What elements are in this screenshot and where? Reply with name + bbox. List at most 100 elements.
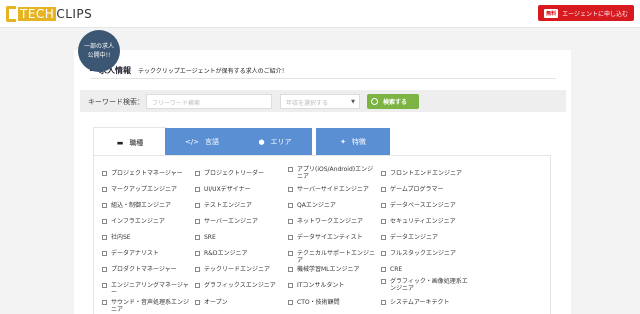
- job-type-label: サーバーエンジニア: [204, 218, 258, 225]
- checkbox[interactable]: [288, 267, 293, 272]
- job-search-panel: 求人情報 テッククリップエージェントが保有する求人のご紹介！ キーワード検索： …: [74, 50, 571, 314]
- job-type-option[interactable]: データサイエンティスト: [288, 234, 375, 241]
- job-type-option[interactable]: プロジェクトリーダー: [195, 170, 282, 177]
- job-type-option[interactable]: オープン: [195, 299, 282, 306]
- job-type-option[interactable]: ネットワークエンジニア: [288, 218, 375, 225]
- checkbox[interactable]: [102, 203, 107, 208]
- checkbox[interactable]: [381, 267, 386, 272]
- keyword-search-input[interactable]: フリーワード検索: [146, 94, 272, 109]
- job-type-option[interactable]: サウンド・音声処理系エンジニア: [102, 299, 189, 313]
- checkbox[interactable]: [288, 187, 293, 192]
- job-type-option[interactable]: エンジニアリングマネージャー: [102, 282, 189, 296]
- job-type-label: データアナリスト: [111, 250, 159, 257]
- job-type-option[interactable]: テクニカルサポートエンジニア: [288, 250, 375, 264]
- job-type-option[interactable]: インフラエンジニア: [102, 218, 189, 225]
- techclips-logo[interactable]: TECH CLIPS: [6, 5, 92, 23]
- job-type-option[interactable]: フロントエンドエンジニア: [381, 170, 468, 177]
- job-type-option[interactable]: 組込・制御エンジニア: [102, 202, 189, 209]
- job-type-option[interactable]: UI/UXデザイナー: [195, 186, 282, 193]
- checkbox[interactable]: [381, 203, 386, 208]
- job-type-label: SRE: [204, 234, 216, 241]
- checkbox[interactable]: [381, 300, 386, 305]
- job-type-option[interactable]: データエンジニア: [381, 234, 468, 241]
- checkbox[interactable]: [381, 251, 386, 256]
- job-type-label: ネットワークエンジニア: [297, 218, 364, 225]
- job-type-option[interactable]: グラフィック・画像処理系エンジニア: [381, 278, 468, 292]
- checkbox[interactable]: [102, 283, 107, 288]
- annual-income-select[interactable]: 年収を選択する ▼: [280, 94, 360, 109]
- checkbox[interactable]: [381, 219, 386, 224]
- checkbox[interactable]: [288, 283, 293, 288]
- job-type-option[interactable]: CRE: [381, 266, 468, 273]
- checkbox[interactable]: [288, 203, 293, 208]
- tab-area[interactable]: ● エリア: [238, 128, 312, 156]
- job-type-option[interactable]: フルスタックエンジニア: [381, 250, 468, 257]
- tab-feature[interactable]: ✦ 特徴: [316, 128, 390, 156]
- job-type-label: プロジェクトリーダー: [204, 170, 265, 177]
- checkbox[interactable]: [288, 219, 293, 224]
- sparkle-icon: ✦: [340, 138, 346, 146]
- job-type-option[interactable]: セキュリティエンジニア: [381, 218, 468, 225]
- job-type-option[interactable]: ゲームプログラマー: [381, 186, 468, 193]
- job-type-label: 組込・制御エンジニア: [111, 202, 172, 209]
- job-type-label: データベースエンジニア: [390, 202, 456, 209]
- job-type-label: グラフィック・画像処理系エンジニア: [390, 278, 468, 292]
- job-type-option[interactable]: 社内SE: [102, 234, 189, 241]
- job-type-option[interactable]: CTO・技術顧問: [288, 299, 375, 306]
- job-type-option[interactable]: データベースエンジニア: [381, 202, 468, 209]
- job-type-option[interactable]: マークアップエンジニア: [102, 186, 189, 193]
- checkbox[interactable]: [102, 251, 107, 256]
- site-header: TECH CLIPS 無料 エージェントに申し込む: [0, 0, 640, 28]
- checkbox[interactable]: [195, 219, 200, 224]
- search-button[interactable]: 検索する: [367, 94, 419, 109]
- checkbox[interactable]: [102, 267, 107, 272]
- checkbox[interactable]: [195, 300, 200, 305]
- job-type-label: ゲームプログラマー: [390, 186, 444, 193]
- free-tag: 無料: [544, 8, 559, 18]
- job-type-option[interactable]: テストエンジニア: [195, 202, 282, 209]
- checkbox[interactable]: [102, 235, 107, 240]
- job-type-option[interactable]: プロダクトマネージャー: [102, 266, 189, 273]
- job-type-label: プロダクトマネージャー: [111, 266, 177, 273]
- job-type-option[interactable]: R&Dエンジニア: [195, 250, 282, 257]
- checkbox[interactable]: [288, 300, 293, 305]
- job-type-option[interactable]: SRE: [195, 234, 282, 241]
- checkbox[interactable]: [102, 300, 107, 305]
- job-type-option[interactable]: グラフィックスエンジニア: [195, 282, 282, 289]
- checkbox[interactable]: [102, 219, 107, 224]
- job-type-option[interactable]: システムアーキテクト: [381, 299, 468, 306]
- logo-clips: CLIPS: [56, 7, 93, 21]
- checkbox[interactable]: [195, 203, 200, 208]
- job-type-option[interactable]: サーバーエンジニア: [195, 218, 282, 225]
- checkbox[interactable]: [195, 187, 200, 192]
- job-type-option[interactable]: サーバーサイドエンジニア: [288, 186, 375, 193]
- checkbox[interactable]: [195, 283, 200, 288]
- job-type-label: ITコンサルタント: [297, 282, 345, 289]
- apply-agent-button[interactable]: 無料 エージェントに申し込む: [538, 5, 634, 21]
- checkbox[interactable]: [288, 235, 293, 240]
- job-type-option[interactable]: 機械学習MLエンジニア: [288, 266, 375, 273]
- checkbox[interactable]: [381, 171, 386, 176]
- logo-text: TECH CLIPS: [18, 7, 92, 21]
- checkbox[interactable]: [381, 235, 386, 240]
- tab-job-type[interactable]: ▬ 職種: [93, 127, 167, 157]
- checkbox[interactable]: [195, 235, 200, 240]
- job-type-option[interactable]: QAエンジニア: [288, 202, 375, 209]
- checkbox[interactable]: [288, 251, 293, 256]
- job-type-option[interactable]: データアナリスト: [102, 250, 189, 257]
- checkbox[interactable]: [102, 187, 107, 192]
- checkbox[interactable]: [102, 171, 107, 176]
- job-type-option[interactable]: プロジェクトマネージャー: [102, 170, 189, 177]
- checkbox[interactable]: [195, 267, 200, 272]
- job-type-label: QAエンジニア: [297, 202, 336, 209]
- checkbox[interactable]: [195, 251, 200, 256]
- checkbox[interactable]: [195, 171, 200, 176]
- job-type-option[interactable]: テックリードエンジニア: [195, 266, 282, 273]
- job-type-option[interactable]: ITコンサルタント: [288, 282, 375, 289]
- checkbox[interactable]: [381, 187, 386, 192]
- tab-language[interactable]: </> 言語: [165, 128, 239, 156]
- job-type-option[interactable]: アプリ(iOS/Android)エンジニア: [288, 166, 375, 180]
- checkbox[interactable]: [381, 279, 386, 284]
- search-button-label: 検索する: [383, 99, 408, 106]
- checkbox[interactable]: [288, 167, 293, 172]
